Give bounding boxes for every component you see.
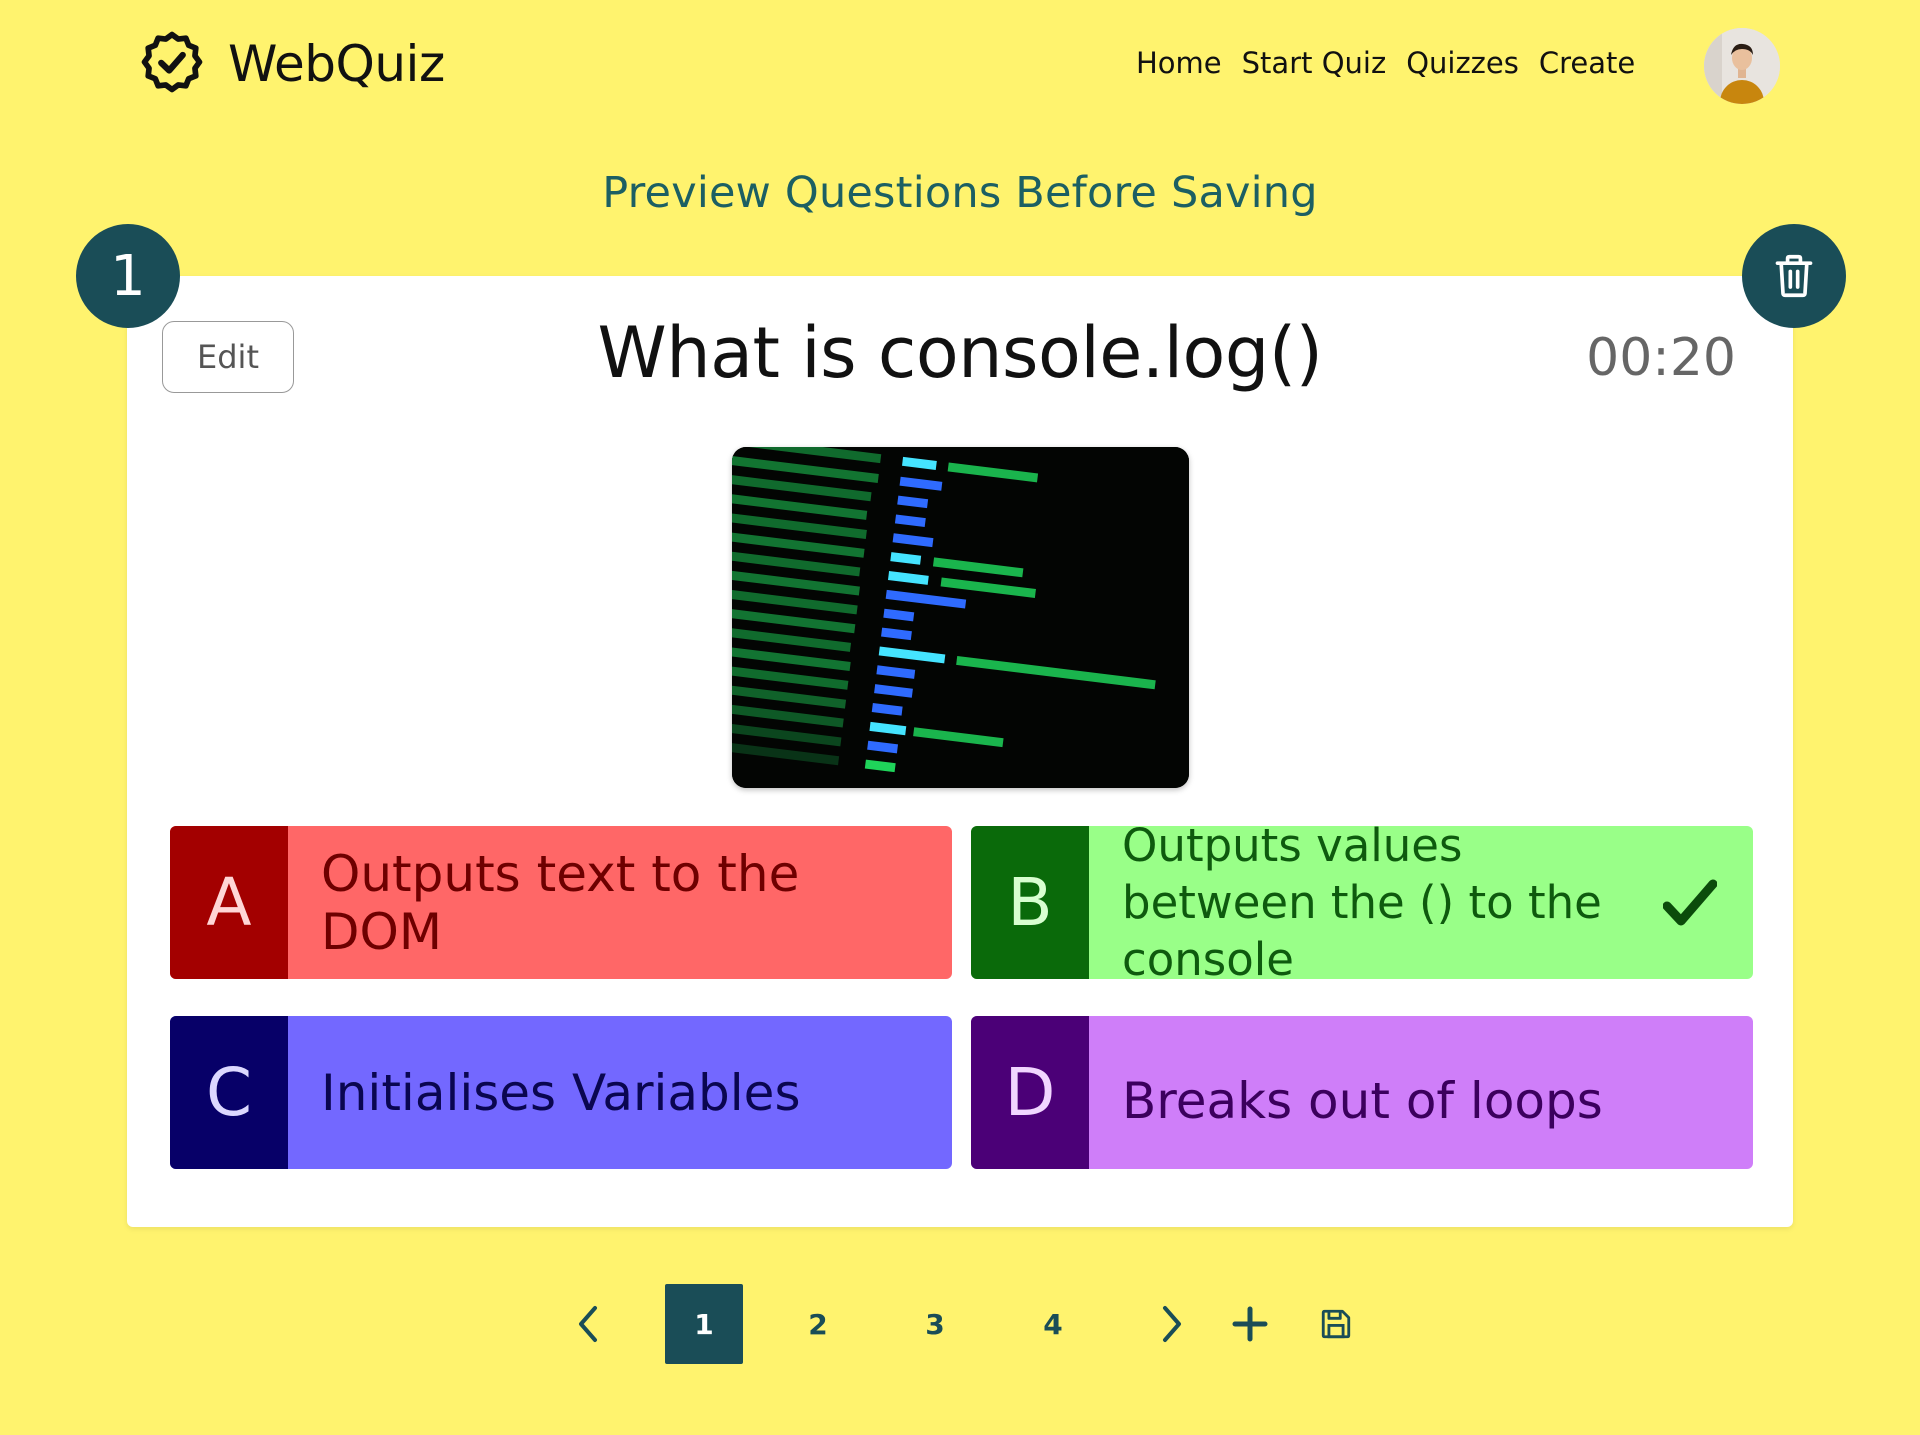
trash-icon xyxy=(1775,254,1813,298)
page-button-4[interactable]: 4 xyxy=(1013,1284,1093,1364)
page-button-2[interactable]: 2 xyxy=(778,1284,858,1364)
logo[interactable]: WebQuiz xyxy=(138,30,445,98)
answer-text: Outputs text to the DOM xyxy=(321,844,800,961)
nav-start-quiz[interactable]: Start Quiz xyxy=(1242,46,1387,80)
answer-text: Initialises Variables xyxy=(321,1063,801,1122)
next-page-button[interactable] xyxy=(1150,1284,1194,1364)
page-title: Preview Questions Before Saving xyxy=(602,168,1318,218)
answer-c[interactable]: C Initialises Variables xyxy=(170,1016,952,1169)
question-number-badge: 1 xyxy=(76,224,180,328)
main-nav: Home Start Quiz Quizzes Create xyxy=(1136,46,1635,80)
answer-b[interactable]: B Outputs values between the () to the c… xyxy=(971,826,1753,979)
answer-text: Breaks out of loops xyxy=(1122,1071,1603,1130)
pagination: 1 2 3 4 xyxy=(0,1284,1920,1364)
badge-check-icon xyxy=(141,31,203,93)
answer-a[interactable]: A Outputs text to the DOM xyxy=(170,826,952,979)
add-question-button[interactable] xyxy=(1228,1284,1272,1364)
nav-home[interactable]: Home xyxy=(1136,46,1222,80)
chevron-right-icon xyxy=(1163,1306,1181,1342)
answer-letter: A xyxy=(170,826,288,979)
nav-quizzes[interactable]: Quizzes xyxy=(1406,46,1519,80)
chevron-left-icon xyxy=(579,1306,597,1342)
nav-create[interactable]: Create xyxy=(1539,46,1635,80)
plus-icon xyxy=(1232,1306,1268,1342)
answer-text: Outputs values between the () to the con… xyxy=(1122,826,1602,979)
answer-letter: B xyxy=(971,826,1089,979)
answer-d[interactable]: D Breaks out of loops xyxy=(971,1016,1753,1169)
checkmark-icon xyxy=(1663,879,1717,925)
user-avatar-icon xyxy=(1704,28,1780,104)
avatar[interactable] xyxy=(1704,28,1780,104)
question-timer: 00:20 xyxy=(1586,328,1736,388)
prev-page-button[interactable] xyxy=(566,1284,610,1364)
correct-answer-indicator xyxy=(1655,826,1725,979)
page-button-3[interactable]: 3 xyxy=(895,1284,975,1364)
answer-letter: C xyxy=(170,1016,288,1169)
question-image xyxy=(732,447,1189,788)
page-button-1[interactable]: 1 xyxy=(665,1284,743,1364)
save-quiz-button[interactable] xyxy=(1314,1284,1358,1364)
answer-letter: D xyxy=(971,1016,1089,1169)
app-name: WebQuiz xyxy=(228,35,445,93)
floppy-disk-icon xyxy=(1321,1309,1351,1339)
delete-question-button[interactable] xyxy=(1742,224,1846,328)
